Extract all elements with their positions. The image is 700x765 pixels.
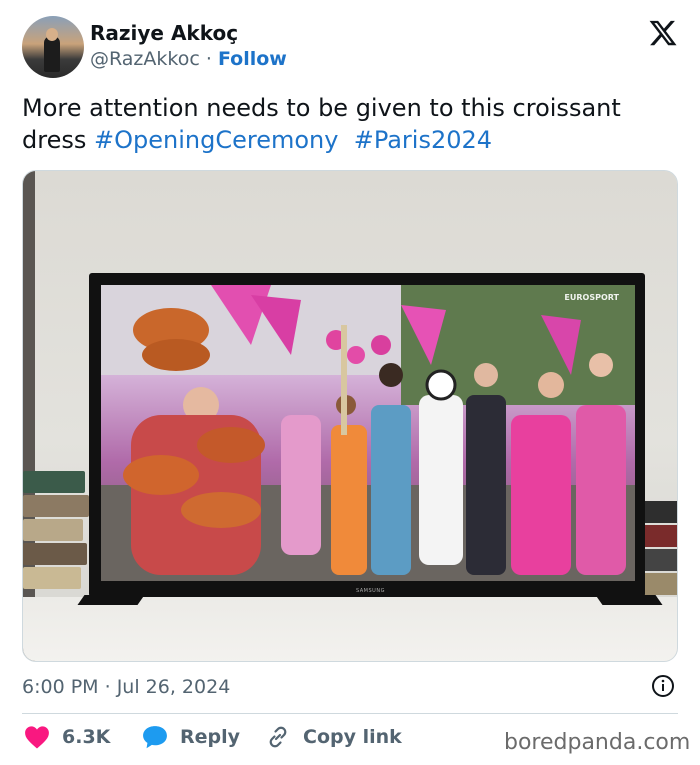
like-count: 6.3K	[62, 726, 111, 748]
tweet-text: More attention needs to be given to this…	[22, 92, 682, 156]
x-logo-icon[interactable]	[648, 18, 678, 48]
broadcaster-logo: EUROSPORT	[564, 293, 619, 302]
avatar[interactable]	[22, 16, 84, 78]
watermark: boredpanda.com	[504, 730, 691, 755]
timestamp-separator: ·	[104, 676, 111, 698]
handle-row: @RazAkkoc · Follow	[90, 48, 287, 70]
hashtag-openingceremony[interactable]: #OpeningCeremony	[94, 126, 338, 154]
handle-separator: ·	[205, 48, 212, 70]
speech-bubble-icon	[143, 726, 167, 749]
reply-button[interactable]: Reply	[142, 725, 240, 749]
tweet-time[interactable]: 6:00 PM	[22, 676, 99, 698]
copy-link-label: Copy link	[303, 726, 402, 748]
divider	[22, 713, 678, 714]
copy-link-button[interactable]: Copy link	[265, 725, 402, 749]
tweet-timestamp[interactable]: 6:00 PM · Jul 26, 2024	[22, 676, 230, 698]
tweet-date[interactable]: Jul 26, 2024	[117, 676, 231, 698]
tweet-media-photo[interactable]: EUROSPORT SAMSUNG	[22, 170, 678, 662]
tv-stand-right	[595, 595, 663, 605]
avatar-figure	[44, 36, 60, 72]
author-handle[interactable]: @RazAkkoc	[90, 48, 200, 70]
follow-button[interactable]: Follow	[218, 48, 287, 70]
tv-stand-left	[77, 595, 145, 605]
author-name[interactable]: Raziye Akkoç	[90, 21, 238, 45]
info-icon[interactable]	[651, 674, 675, 698]
tv-table	[23, 597, 677, 661]
avatar-head	[46, 28, 58, 41]
heart-icon	[25, 726, 49, 749]
hashtag-paris2024[interactable]: #Paris2024	[354, 126, 492, 154]
tv-brand-label: SAMSUNG	[356, 588, 385, 594]
tv-screen-scene: EUROSPORT	[101, 285, 635, 581]
like-button[interactable]: 6.3K	[24, 725, 110, 749]
reply-label: Reply	[180, 726, 241, 748]
parade-scene-illustration	[101, 285, 635, 581]
link-icon	[269, 726, 287, 748]
